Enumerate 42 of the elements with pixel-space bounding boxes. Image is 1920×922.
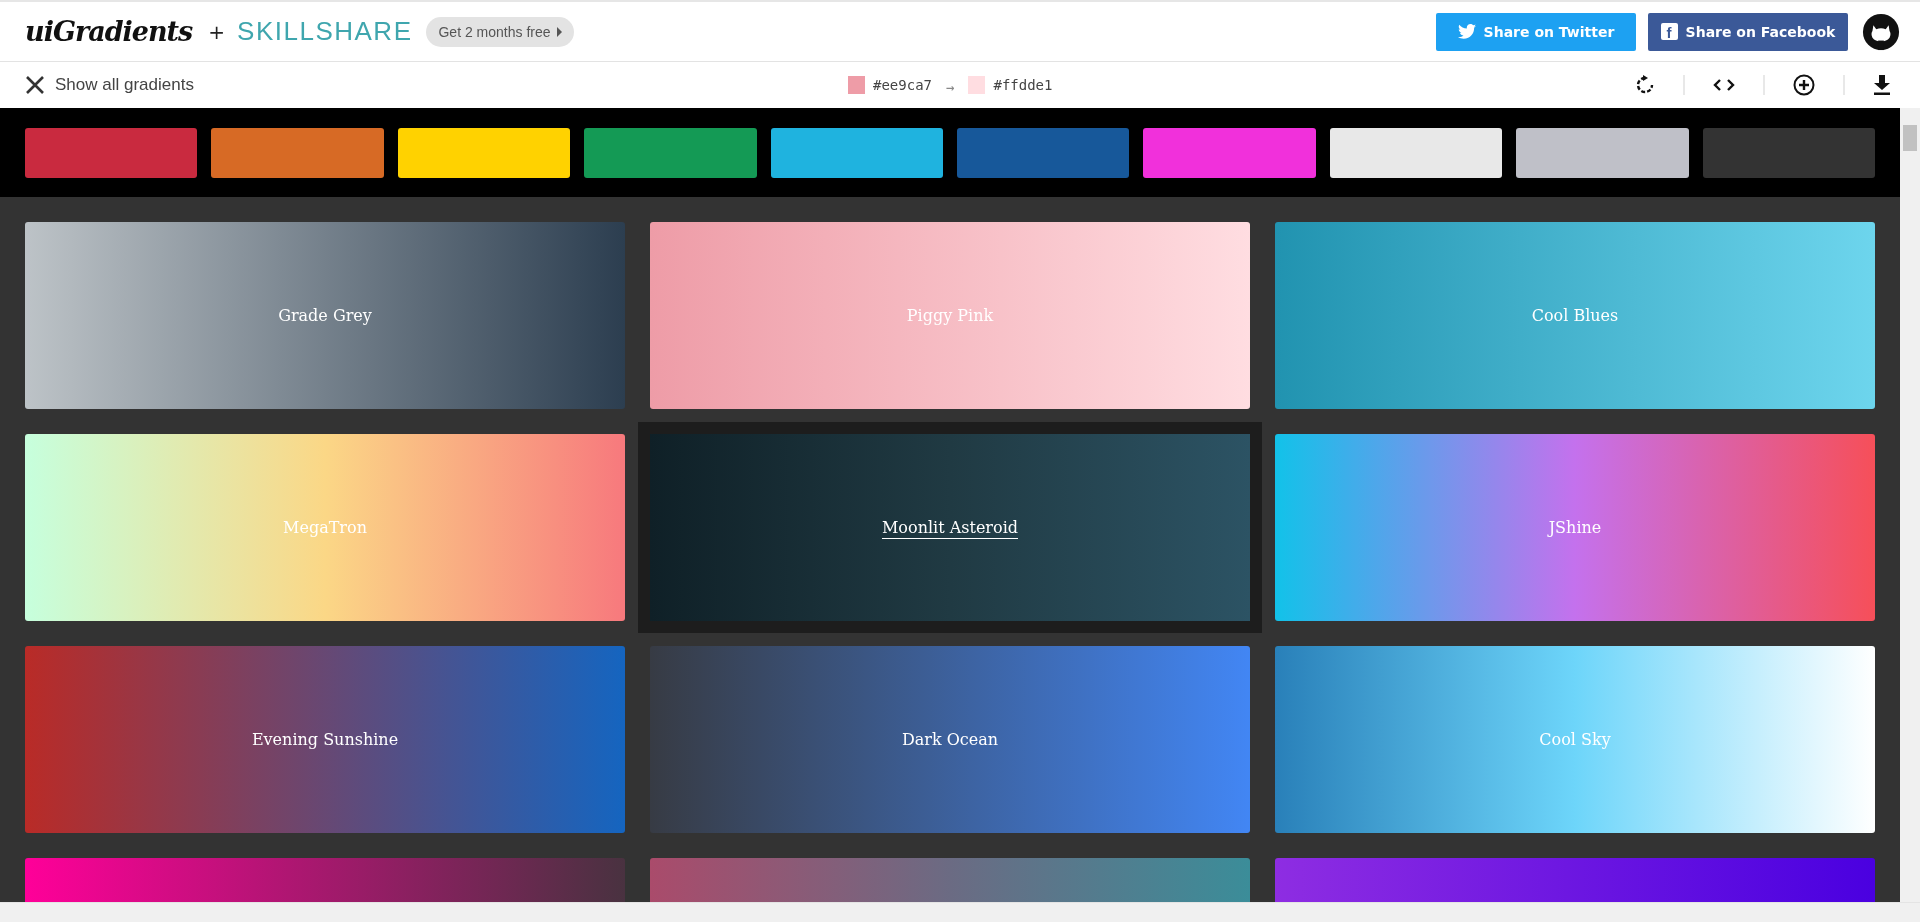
arrow: → bbox=[946, 79, 955, 95]
gradient-card[interactable]: Evening Sunshine bbox=[25, 646, 625, 833]
show-all-link[interactable]: Show all gradients bbox=[25, 75, 194, 95]
color-filter[interactable] bbox=[957, 128, 1130, 178]
partner-logo[interactable]: SKILLSHARE bbox=[237, 16, 413, 47]
color-filter[interactable] bbox=[1143, 128, 1316, 178]
gradient-card[interactable]: Grade Grey bbox=[25, 222, 625, 409]
plus-sign: + bbox=[208, 19, 226, 44]
hex-code[interactable]: #ee9ca7 bbox=[873, 77, 932, 93]
gradient-name[interactable]: Cool Blues bbox=[1531, 306, 1619, 325]
color-filter[interactable] bbox=[211, 128, 384, 178]
bird-icon bbox=[1457, 24, 1476, 39]
code-icon[interactable] bbox=[1713, 78, 1735, 92]
color-filter[interactable] bbox=[770, 128, 944, 178]
color-filter[interactable] bbox=[1516, 128, 1689, 178]
gradient-card[interactable]: Dark Ocean bbox=[650, 646, 1250, 833]
gradient-name[interactable]: Evening Sunshine bbox=[251, 730, 399, 749]
logo[interactable]: uiGradients bbox=[25, 16, 193, 47]
promo-button[interactable]: Get 2 months free bbox=[426, 16, 574, 47]
gradient-name[interactable]: Dark Ocean bbox=[901, 730, 999, 749]
close-icon bbox=[25, 75, 45, 95]
color-filter[interactable] bbox=[397, 128, 571, 178]
share-facebook-button[interactable]: f Share on Facebook bbox=[1648, 12, 1848, 51]
gradient-card[interactable]: Cool Blues bbox=[1275, 222, 1875, 409]
facebook-icon: f bbox=[1660, 23, 1678, 40]
gradient-name[interactable]: Moonlit Asteroid bbox=[882, 518, 1018, 537]
add-icon[interactable] bbox=[1793, 74, 1815, 96]
color-filter[interactable] bbox=[1702, 128, 1876, 178]
color-filter[interactable] bbox=[584, 128, 757, 178]
gradient-name[interactable]: JShine bbox=[1548, 518, 1602, 537]
github-icon[interactable] bbox=[1862, 12, 1900, 51]
gradient-card[interactable]: JShine bbox=[1275, 434, 1875, 621]
hex-code[interactable]: #ffdde1 bbox=[993, 77, 1053, 93]
rotate-icon[interactable] bbox=[1635, 75, 1655, 95]
download-icon[interactable] bbox=[1873, 75, 1891, 95]
horizontal-scrollbar[interactable] bbox=[0, 902, 1920, 922]
vertical-scrollbar[interactable] bbox=[1900, 108, 1920, 902]
color-filter[interactable] bbox=[25, 128, 198, 178]
share-twitter-button[interactable]: Share on Twitter bbox=[1436, 12, 1636, 51]
caret-icon bbox=[556, 26, 562, 37]
gradient-name[interactable]: Grade Grey bbox=[278, 306, 372, 325]
color-filter[interactable] bbox=[1329, 128, 1503, 178]
